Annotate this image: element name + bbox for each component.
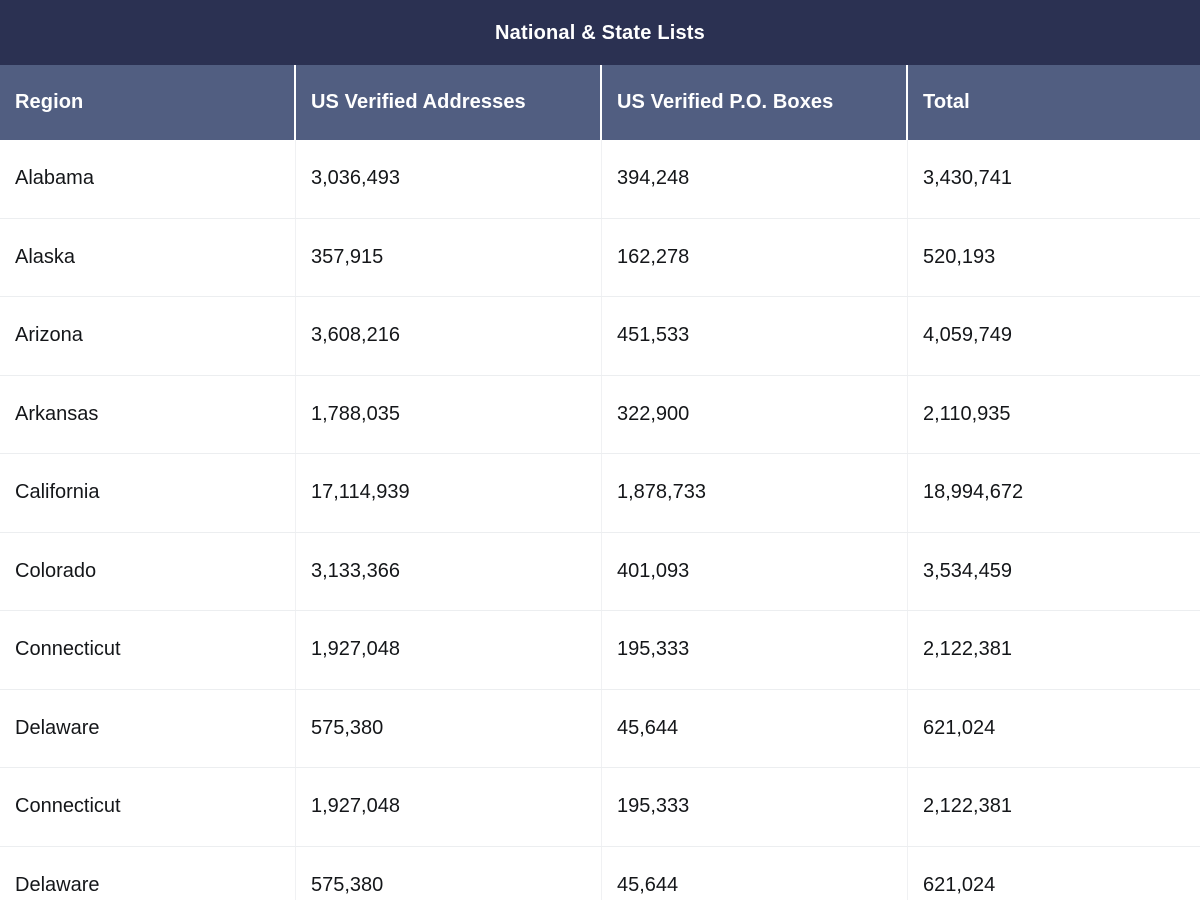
cell-addresses: 3,608,216 (296, 297, 602, 375)
column-header-addresses[interactable]: US Verified Addresses (296, 65, 602, 140)
page-title: National & State Lists (495, 23, 705, 43)
cell-region: California (0, 454, 296, 532)
cell-addresses: 1,788,035 (296, 376, 602, 454)
table-row[interactable]: California17,114,9391,878,73318,994,672 (0, 454, 1200, 533)
cell-total: 2,122,381 (908, 611, 1200, 689)
cell-addresses: 357,915 (296, 219, 602, 297)
cell-po_boxes: 195,333 (602, 768, 908, 846)
table-row[interactable]: Connecticut1,927,048195,3332,122,381 (0, 768, 1200, 847)
column-header-region[interactable]: Region (0, 65, 296, 140)
cell-total: 3,430,741 (908, 140, 1200, 218)
table-row[interactable]: Arizona3,608,216451,5334,059,749 (0, 297, 1200, 376)
cell-total: 2,110,935 (908, 376, 1200, 454)
cell-addresses: 575,380 (296, 847, 602, 900)
cell-po_boxes: 394,248 (602, 140, 908, 218)
column-header-po-boxes[interactable]: US Verified P.O. Boxes (602, 65, 908, 140)
table-row[interactable]: Colorado3,133,366401,0933,534,459 (0, 533, 1200, 612)
cell-total: 621,024 (908, 847, 1200, 900)
table-row[interactable]: Connecticut1,927,048195,3332,122,381 (0, 611, 1200, 690)
cell-region: Alaska (0, 219, 296, 297)
cell-po_boxes: 195,333 (602, 611, 908, 689)
cell-region: Delaware (0, 847, 296, 900)
cell-region: Colorado (0, 533, 296, 611)
table-body: Alabama3,036,493394,2483,430,741Alaska35… (0, 140, 1200, 900)
cell-total: 621,024 (908, 690, 1200, 768)
cell-addresses: 1,927,048 (296, 611, 602, 689)
cell-po_boxes: 401,093 (602, 533, 908, 611)
cell-po_boxes: 322,900 (602, 376, 908, 454)
cell-addresses: 1,927,048 (296, 768, 602, 846)
table-row[interactable]: Delaware575,38045,644621,024 (0, 847, 1200, 900)
cell-po_boxes: 162,278 (602, 219, 908, 297)
cell-po_boxes: 451,533 (602, 297, 908, 375)
table-title-bar: National & State Lists (0, 0, 1200, 65)
cell-addresses: 3,133,366 (296, 533, 602, 611)
cell-po_boxes: 45,644 (602, 690, 908, 768)
cell-po_boxes: 45,644 (602, 847, 908, 900)
cell-addresses: 17,114,939 (296, 454, 602, 532)
column-header-total[interactable]: Total (908, 65, 1200, 140)
cell-total: 3,534,459 (908, 533, 1200, 611)
table-row[interactable]: Arkansas1,788,035322,9002,110,935 (0, 376, 1200, 455)
cell-region: Delaware (0, 690, 296, 768)
cell-region: Alabama (0, 140, 296, 218)
cell-total: 18,994,672 (908, 454, 1200, 532)
cell-region: Connecticut (0, 768, 296, 846)
national-state-lists-table: National & State Lists Region US Verifie… (0, 0, 1200, 900)
cell-total: 4,059,749 (908, 297, 1200, 375)
table-header-row: Region US Verified Addresses US Verified… (0, 65, 1200, 140)
cell-total: 2,122,381 (908, 768, 1200, 846)
cell-region: Arizona (0, 297, 296, 375)
cell-region: Connecticut (0, 611, 296, 689)
cell-po_boxes: 1,878,733 (602, 454, 908, 532)
cell-addresses: 575,380 (296, 690, 602, 768)
cell-addresses: 3,036,493 (296, 140, 602, 218)
table-row[interactable]: Alaska357,915162,278520,193 (0, 219, 1200, 298)
table-row[interactable]: Delaware575,38045,644621,024 (0, 690, 1200, 769)
cell-region: Arkansas (0, 376, 296, 454)
table-row[interactable]: Alabama3,036,493394,2483,430,741 (0, 140, 1200, 219)
cell-total: 520,193 (908, 219, 1200, 297)
